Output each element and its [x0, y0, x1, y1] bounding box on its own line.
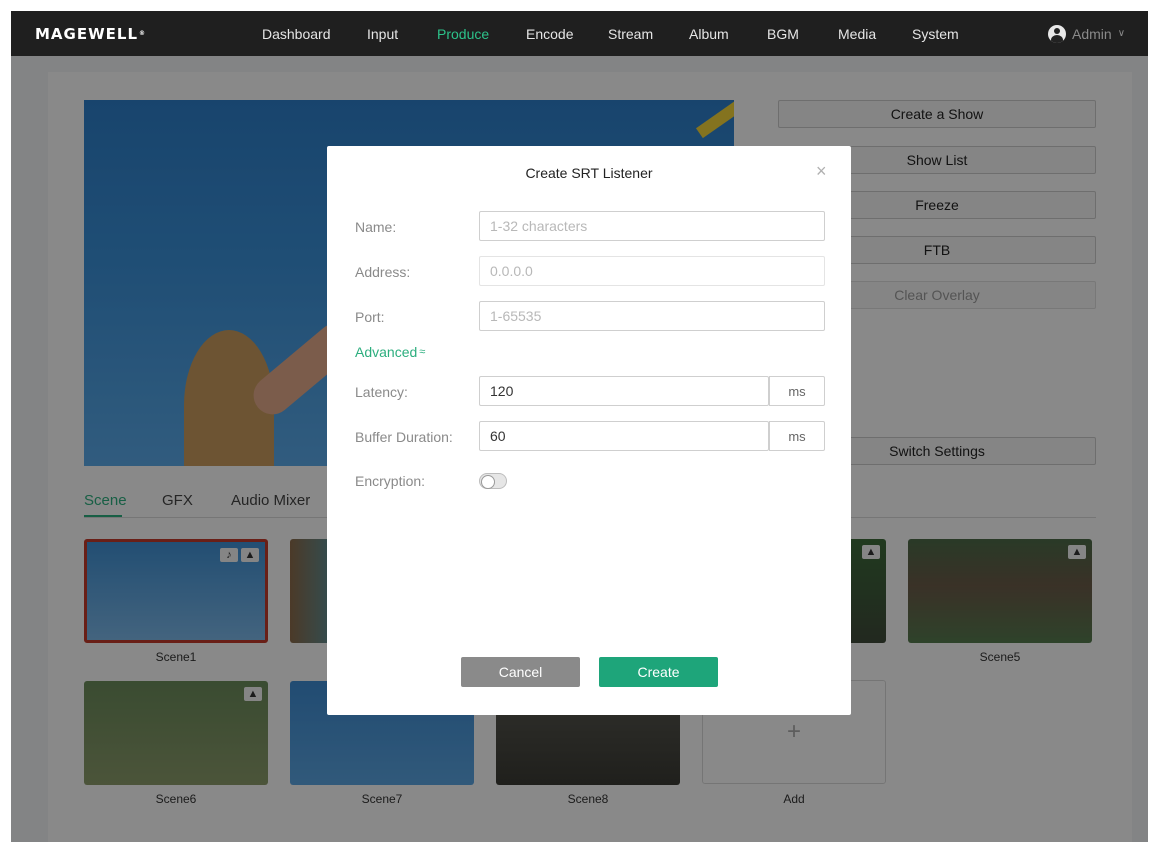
- chevron-down-icon: ∨: [1117, 28, 1126, 39]
- user-icon: [1048, 24, 1066, 43]
- nav-media[interactable]: Media: [838, 11, 876, 56]
- buffer-duration-unit: ms: [769, 421, 825, 451]
- buffer-duration-label: Buffer Duration:: [355, 429, 453, 445]
- name-label: Name:: [355, 219, 397, 235]
- create-srt-listener-dialog: Create SRT Listener × Name: Address: Por…: [327, 146, 851, 715]
- chevron-up-double-icon: ≈: [419, 346, 426, 358]
- close-icon[interactable]: ×: [816, 161, 827, 182]
- user-menu[interactable]: Admin ∨: [1048, 11, 1125, 56]
- nav-system[interactable]: System: [912, 11, 959, 56]
- latency-label: Latency:: [355, 384, 408, 400]
- create-button[interactable]: Create: [599, 657, 718, 687]
- nav-stream[interactable]: Stream: [608, 11, 653, 56]
- dialog-title: Create SRT Listener: [525, 165, 653, 181]
- advanced-label: Advanced: [355, 344, 418, 360]
- latency-unit: ms: [769, 376, 825, 406]
- encryption-label: Encryption:: [355, 473, 426, 489]
- nav-produce[interactable]: Produce: [437, 11, 489, 56]
- nav-input[interactable]: Input: [367, 11, 398, 56]
- magewell-logo: MAGEWELL ®: [35, 24, 147, 43]
- nav-bgm[interactable]: BGM: [767, 11, 799, 56]
- port-input[interactable]: [479, 301, 825, 331]
- advanced-toggle[interactable]: Advanced ≈: [355, 344, 425, 360]
- nav-dashboard[interactable]: Dashboard: [262, 11, 331, 56]
- latency-input[interactable]: [479, 376, 769, 406]
- port-label: Port:: [355, 309, 385, 325]
- user-name: Admin: [1072, 25, 1112, 42]
- nav-album[interactable]: Album: [689, 11, 729, 56]
- name-input[interactable]: [479, 211, 825, 241]
- encryption-toggle[interactable]: [479, 473, 507, 489]
- buffer-duration-input[interactable]: [479, 421, 769, 451]
- cancel-button[interactable]: Cancel: [461, 657, 580, 687]
- address-input[interactable]: [479, 256, 825, 286]
- nav-encode[interactable]: Encode: [526, 11, 573, 56]
- address-label: Address:: [355, 264, 411, 280]
- top-navigation-bar: MAGEWELL ® Dashboard Input Produce Encode…: [11, 11, 1148, 56]
